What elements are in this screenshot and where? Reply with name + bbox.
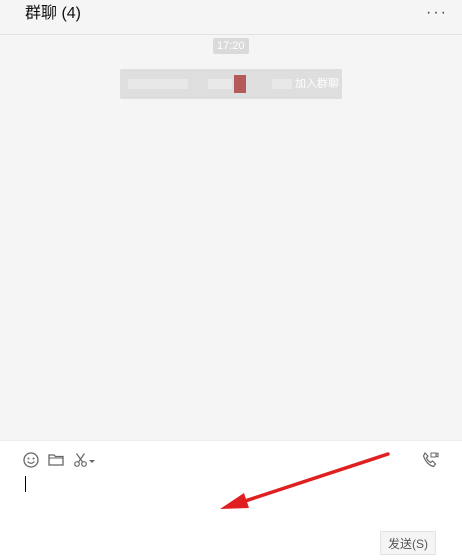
blurred-name xyxy=(128,79,188,89)
system-message-text: 加入群聊 xyxy=(295,78,339,90)
blurred-name xyxy=(208,79,232,89)
chat-header: 群聊 (4) ··· xyxy=(0,0,462,35)
emoji-icon[interactable] xyxy=(22,451,40,469)
message-area: 17:20 加入群聊 xyxy=(0,35,462,440)
system-message: 加入群聊 xyxy=(120,69,342,99)
video-call-icon[interactable] xyxy=(421,451,439,469)
avatar xyxy=(234,75,246,93)
send-button[interactable]: 发送(S) xyxy=(380,531,436,555)
chat-title: 群聊 (4) xyxy=(25,5,82,22)
folder-icon[interactable] xyxy=(47,451,65,469)
more-options-button[interactable]: ··· xyxy=(424,5,450,26)
message-timestamp: 17:20 xyxy=(213,38,249,54)
message-composer: 发送(S) xyxy=(0,440,462,560)
blurred-name xyxy=(272,79,292,89)
text-cursor[interactable] xyxy=(25,476,26,492)
dropdown-caret-icon[interactable] xyxy=(88,451,96,469)
